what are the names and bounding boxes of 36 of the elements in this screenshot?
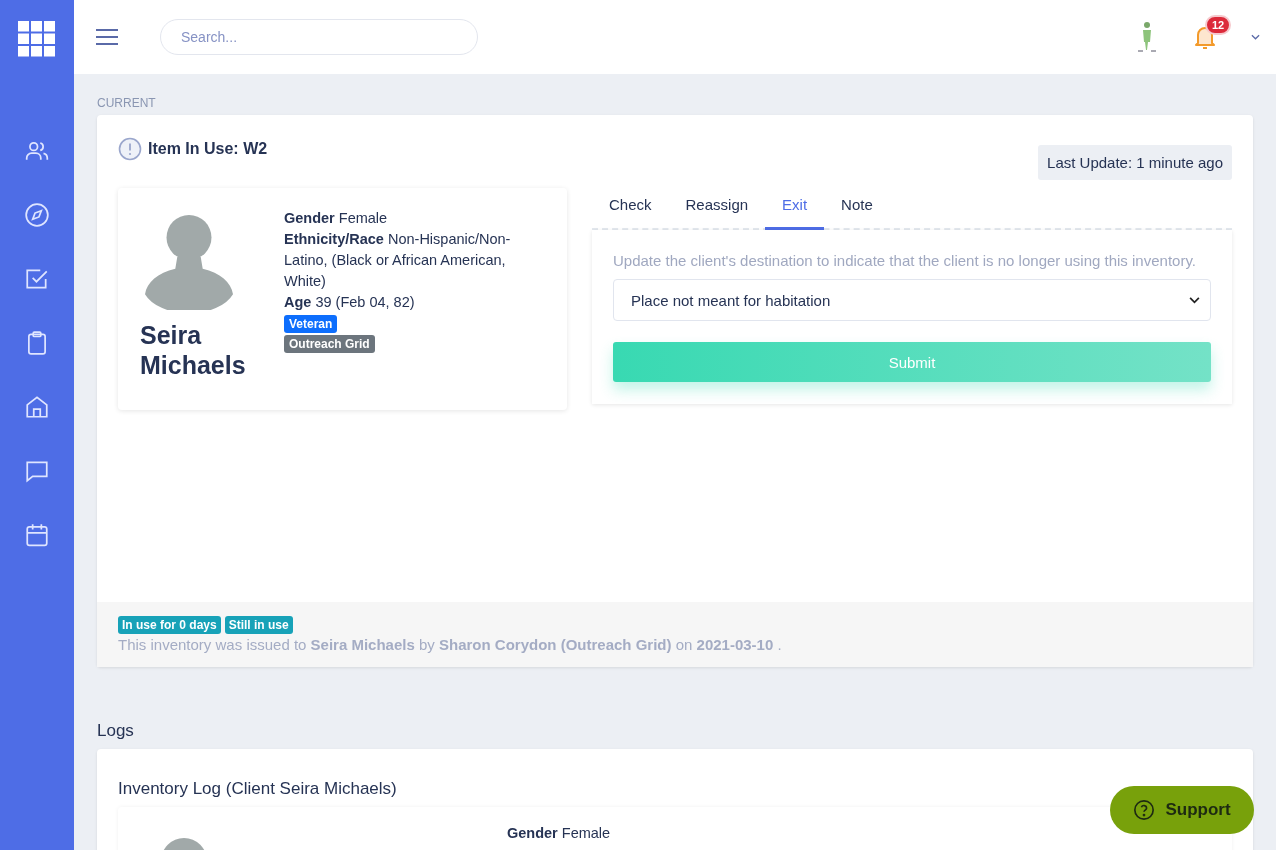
issued-note: This inventory was issued to Seira Michaels by Sharon Corydon (Outreach Grid) on 2021-03-10 . — [118, 636, 783, 653]
client-tag: Outreach Grid — [284, 335, 375, 353]
client-name: Seira Michaels — [140, 320, 247, 380]
item-title: Item In Use: W2 — [148, 140, 268, 158]
chevron-down-icon[interactable] — [1251, 34, 1260, 40]
person-figure-icon[interactable] — [1135, 20, 1159, 54]
section-label: CURRENT — [97, 96, 157, 110]
checkbox-icon[interactable] — [24, 266, 50, 292]
client-detail: Age 39 (Feb 04, 82) — [284, 293, 416, 312]
tab[interactable]: Exit — [765, 188, 825, 230]
tab[interactable]: Check — [592, 188, 669, 230]
notification-count-badge: 12 — [1205, 15, 1232, 35]
destination-select[interactable]: Place not meant for habitation — [613, 279, 1211, 321]
home-icon[interactable] — [24, 394, 50, 420]
menu-icon[interactable] — [96, 29, 118, 45]
log-title: Inventory Log (Client Seira Michaels) — [118, 779, 398, 799]
client-detail: Gender Female — [507, 824, 611, 843]
calendar-icon[interactable] — [24, 522, 50, 548]
last-update-chip: Last Update: 1 minute ago — [1038, 145, 1232, 180]
tab[interactable]: Reassign — [668, 188, 766, 230]
status-badge: In use for 0 days — [118, 616, 221, 634]
apps-grid-icon[interactable] — [18, 21, 56, 57]
status-badge: Still in use — [224, 616, 293, 634]
support-button[interactable]: Support — [1110, 786, 1254, 834]
client-detail: Ethnicity/Race Non-Hispanic/Non-Latino, (Black or African American, White) — [284, 230, 512, 291]
chevron-down-icon — [1189, 296, 1200, 304]
client-detail: Gender Female — [284, 209, 389, 228]
instructions-text: Update the client's destination to indicate that the client is no longer using this inventory. — [613, 251, 1197, 271]
info-circle-icon — [118, 137, 142, 161]
search-field[interactable]: Search... — [160, 19, 478, 55]
chat-icon[interactable] — [24, 458, 50, 484]
compass-icon[interactable] — [24, 202, 50, 228]
client-tag: Veteran — [284, 315, 338, 333]
logs-heading: Logs — [97, 721, 135, 741]
help-icon — [1133, 799, 1156, 821]
tab[interactable]: Note — [824, 188, 890, 230]
